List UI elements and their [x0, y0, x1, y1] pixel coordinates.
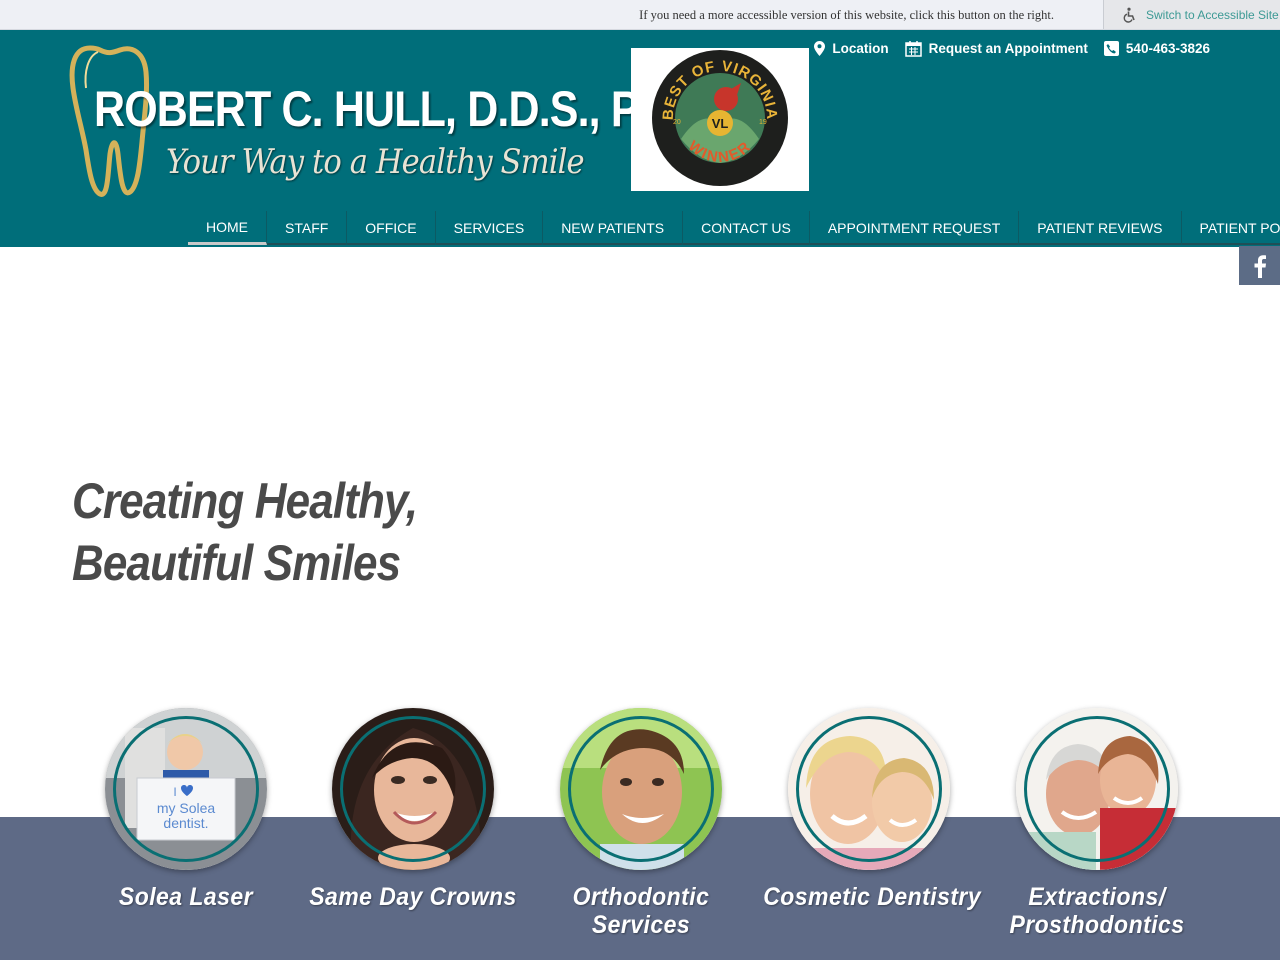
service-same-day-crowns-photo [332, 708, 494, 870]
request-appointment-label: Request an Appointment [928, 41, 1088, 56]
service-same-day-crowns[interactable]: Same Day Crowns [298, 708, 528, 911]
switch-accessible-site-label: Switch to Accessible Site [1146, 7, 1279, 22]
nav-home[interactable]: HOME [188, 211, 267, 245]
main-navigation: HOME STAFF OFFICE SERVICES NEW PATIENTS … [188, 211, 1280, 245]
accessibility-bar: If you need a more accessible version of… [0, 0, 1280, 30]
facebook-link[interactable] [1239, 246, 1280, 285]
phone-label: 540-463-3826 [1125, 41, 1210, 56]
service-cosmetic-photo [788, 708, 950, 870]
nav-patient-portal[interactable]: PATIENT PORTAL [1182, 211, 1280, 245]
site-header: ROBERT C. HULL, D.D.S., P.C. Your Way to… [0, 30, 1280, 247]
practice-name: ROBERT C. HULL, D.D.S., P.C. [94, 81, 686, 137]
service-solea-laser[interactable]: I my Solea dentist. Solea Laser [71, 708, 301, 911]
calendar-icon [904, 41, 922, 57]
service-orthodontic-photo [560, 708, 722, 870]
photo-ring [568, 716, 714, 862]
hero-heading-line-2: Beautiful Smiles [72, 535, 401, 591]
utility-links: Location Request an Appointment 540-463-… [814, 40, 1210, 57]
request-appointment-link[interactable]: Request an Appointment [904, 40, 1088, 57]
service-label: Same Day Crowns [309, 883, 517, 911]
nav-staff[interactable]: STAFF [267, 211, 348, 245]
phone-link[interactable]: 540-463-3826 [1103, 41, 1210, 56]
phone-icon [1103, 41, 1119, 56]
location-label: Location [832, 41, 889, 56]
service-solea-laser-photo: I my Solea dentist. [105, 708, 267, 870]
practice-logo[interactable]: ROBERT C. HULL, D.D.S., P.C. Your Way to… [68, 42, 686, 202]
service-label: Solea Laser [118, 883, 254, 911]
photo-ring [796, 716, 942, 862]
accessibility-message: If you need a more accessible version of… [639, 8, 1054, 22]
hero-heading: Creating Healthy, Beautiful Smiles [72, 470, 418, 594]
award-seal-icon: VL 20 19 BEST OF VIRGINIA WINNER [652, 50, 788, 186]
nav-services[interactable]: SERVICES [436, 211, 544, 245]
photo-ring [1024, 716, 1170, 862]
wheelchair-icon [1123, 7, 1135, 23]
nav-patient-reviews[interactable]: PATIENT REVIEWS [1019, 211, 1182, 245]
map-pin-icon [814, 41, 826, 56]
service-label: Cosmetic Dentistry [763, 883, 982, 911]
nav-new-patients[interactable]: NEW PATIENTS [543, 211, 684, 245]
best-of-virginia-badge: VL 20 19 BEST OF VIRGINIA WINNER [631, 48, 809, 191]
service-label: Extractions/ Prosthodontics [1009, 883, 1185, 939]
photo-ring [113, 716, 259, 862]
facebook-icon [1254, 254, 1266, 278]
hero-heading-line-1: Creating Healthy, [72, 473, 418, 529]
practice-tagline: Your Way to a Healthy Smile [166, 142, 585, 182]
service-label: Orthodontic Services [572, 883, 710, 939]
nav-contact-us[interactable]: CONTACT US [683, 211, 810, 245]
svg-text:VL: VL [712, 116, 729, 131]
location-link[interactable]: Location [814, 41, 889, 56]
service-orthodontic-services[interactable]: Orthodontic Services [526, 708, 756, 939]
service-extractions-photo [1016, 708, 1178, 870]
switch-accessible-site-button[interactable]: Switch to Accessible Site [1103, 0, 1280, 29]
service-cosmetic-dentistry[interactable]: Cosmetic Dentistry [754, 708, 984, 911]
service-extractions-prosthodontics[interactable]: Extractions/ Prosthodontics [982, 708, 1212, 939]
nav-office[interactable]: OFFICE [347, 211, 436, 245]
photo-ring [340, 716, 486, 862]
nav-appointment-request[interactable]: APPOINTMENT REQUEST [810, 211, 1020, 245]
